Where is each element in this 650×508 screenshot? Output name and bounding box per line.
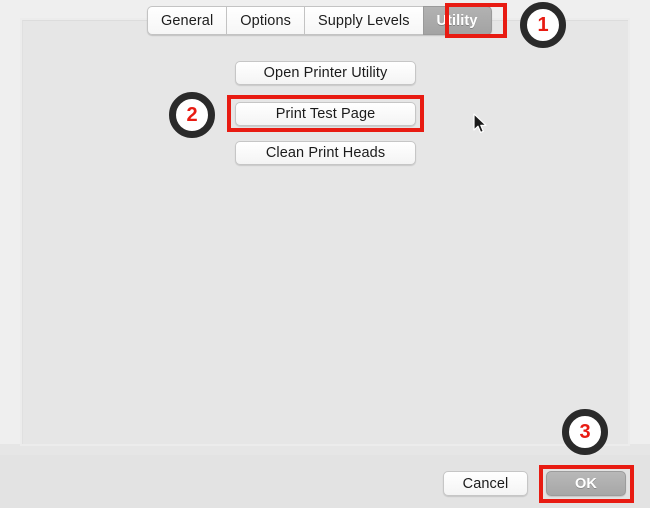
tab-supply-levels-label: Supply Levels [317,12,410,29]
cancel-button-label: Cancel [462,475,509,492]
print-test-page-button[interactable]: Print Test Page [235,102,416,126]
open-printer-utility-label: Open Printer Utility [263,65,388,81]
print-test-page-label: Print Test Page [275,106,376,122]
tab-options[interactable]: Options [226,6,304,35]
tab-general-label: General [161,12,214,29]
step-badge-1: 1 [520,2,566,48]
step-badge-2-number: 2 [186,104,198,126]
tab-utility-label: Utility [436,12,478,29]
step-badge-3-number: 3 [579,421,591,443]
ok-button[interactable]: OK [546,471,626,496]
open-printer-utility-button[interactable]: Open Printer Utility [235,61,416,85]
step-badge-1-number: 1 [537,14,549,36]
cancel-button[interactable]: Cancel [443,471,528,496]
tab-bar: General Options Supply Levels Utility [147,6,492,35]
tab-supply-levels[interactable]: Supply Levels [303,6,423,35]
step-badge-2: 2 [169,92,215,138]
step-badge-3: 3 [562,409,608,455]
tab-general[interactable]: General [147,6,227,35]
clean-print-heads-label: Clean Print Heads [265,145,386,161]
clean-print-heads-button[interactable]: Clean Print Heads [235,141,416,165]
screen-root: General Options Supply Levels Utility Op… [0,0,650,508]
tab-utility[interactable]: Utility [422,6,492,35]
tab-options-label: Options [240,12,291,29]
ok-button-label: OK [575,475,597,492]
